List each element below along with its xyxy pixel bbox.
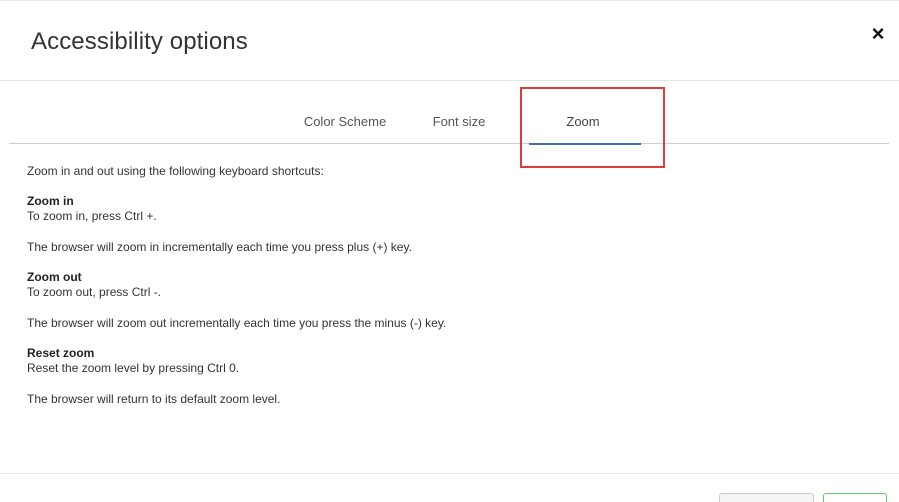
footer-secondary-button[interactable]	[719, 493, 814, 502]
section-heading: Zoom in	[27, 194, 74, 208]
close-icon[interactable]: ×	[865, 21, 891, 47]
section-zoom-out: Zoom out To zoom out, press Ctrl -. The …	[27, 270, 867, 331]
section-detail: The browser will return to its default z…	[27, 392, 281, 406]
intro-text: Zoom in and out using the following keyb…	[27, 164, 324, 178]
section-detail: The browser will zoom in incrementally e…	[27, 240, 412, 254]
tab-bar: Color Scheme Font size Zoom	[9, 104, 889, 145]
accessibility-options-dialog: Accessibility options × Color Scheme Fon…	[0, 0, 899, 502]
tab-label: Zoom	[566, 114, 600, 129]
tab-label: Font size	[432, 114, 486, 129]
tab-label: Color Scheme	[303, 114, 387, 129]
footer-divider	[0, 473, 899, 474]
section-shortcut: Reset the zoom level by pressing Ctrl 0.	[27, 361, 240, 375]
section-reset-zoom: Reset zoom Reset the zoom level by press…	[27, 346, 867, 407]
dialog-title: Accessibility options	[31, 28, 248, 55]
section-shortcut: To zoom out, press Ctrl -.	[27, 285, 162, 299]
footer-primary-button[interactable]	[823, 493, 887, 502]
active-tab-indicator	[529, 143, 641, 145]
section-detail: The browser will zoom out incrementally …	[27, 316, 447, 330]
tab-zoom[interactable]: Zoom	[527, 104, 641, 145]
section-zoom-in: Zoom in To zoom in, press Ctrl +. The br…	[27, 194, 867, 255]
section-shortcut: To zoom in, press Ctrl +.	[27, 209, 157, 223]
section-heading: Reset zoom	[27, 346, 95, 360]
tab-color-scheme[interactable]: Color Scheme	[289, 104, 401, 144]
dialog-header: Accessibility options ×	[0, 1, 899, 81]
section-heading: Zoom out	[27, 270, 82, 284]
zoom-tab-panel: Zoom in and out using the following keyb…	[27, 164, 867, 422]
tab-font-size[interactable]: Font size	[419, 104, 499, 144]
